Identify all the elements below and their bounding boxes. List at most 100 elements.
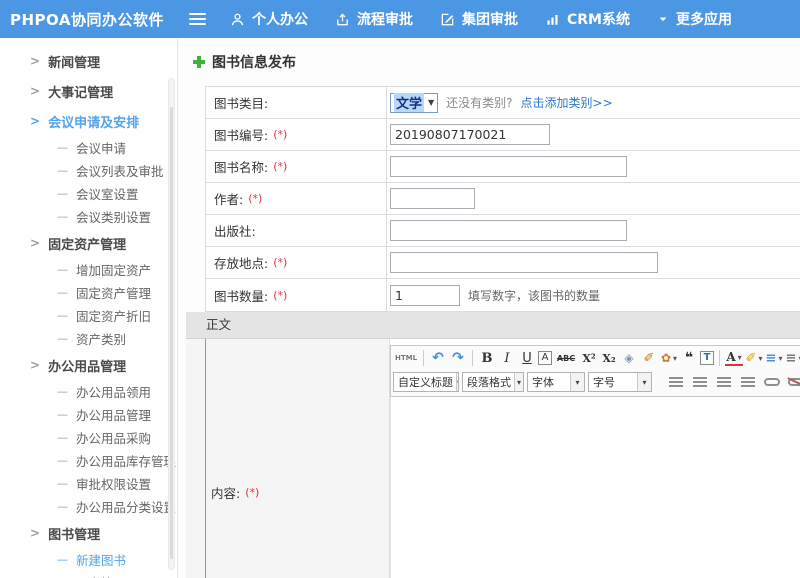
nav-personal-office-label: 个人办公	[252, 9, 308, 29]
unordered-list-button[interactable]: ≡▾	[785, 349, 800, 367]
book-quantity-input[interactable]	[390, 285, 460, 306]
align-right-button[interactable]	[715, 373, 733, 391]
form-row-author: 作者:(*)	[206, 183, 800, 215]
scrollbar-thumb[interactable]	[170, 107, 173, 559]
nav-more-apps-label: 更多应用	[676, 9, 732, 29]
color-palette-button[interactable]: ✿▾	[660, 349, 678, 367]
topbar: PHPOA协同办公软件 个人办公流程审批集团审批CRM系统更多应用	[0, 0, 800, 38]
sidebar-item-fixed-asset-depreciation[interactable]: —固定资产折旧	[0, 304, 177, 327]
chevron-right-icon: >	[30, 358, 40, 372]
add-category-link[interactable]: 点击添加类别>>	[521, 94, 613, 111]
nav-group-approval[interactable]: 集团审批	[440, 9, 518, 29]
caret-down-icon: ▾	[738, 352, 742, 362]
required-mark: (*)	[245, 486, 259, 499]
align-left-button[interactable]	[667, 373, 685, 391]
toolbar-divider	[423, 350, 424, 366]
editor-toolbar: HTML↶↷BIUAABCX²X₂◈✐✿▾❝TA▾✐▾≡▾≡▾ 自定义标题▾段落…	[390, 345, 800, 397]
align-justify-button[interactable]	[739, 373, 757, 391]
menu-toggle-button[interactable]	[178, 13, 216, 25]
sidebar-item-office-supplies-purchase[interactable]: —办公用品采购	[0, 426, 177, 449]
dash-icon: —	[57, 477, 68, 490]
redo-button[interactable]: ↷	[449, 349, 467, 367]
sidebar-item-meeting-room-settings[interactable]: —会议室设置	[0, 182, 177, 205]
strikethrough-button[interactable]: ABC	[554, 349, 578, 367]
sidebar-item-add-fixed-asset[interactable]: —增加固定资产	[0, 258, 177, 281]
sidebar-item-office-supplies-category-settings[interactable]: —办公用品分类设置	[0, 495, 177, 518]
link-button[interactable]	[763, 373, 781, 391]
sidebar-item-label: 办公用品采购	[76, 428, 151, 447]
blockquote-button[interactable]: ❝	[680, 349, 698, 367]
font-style-button[interactable]: A	[538, 351, 552, 365]
dash-icon: —	[57, 385, 68, 398]
book-name-value-cell	[387, 151, 800, 182]
sidebar-item-label: 会议申请	[76, 138, 126, 157]
sidebar: >新闻管理>大事记管理>会议申请及安排—会议申请—会议列表及审批—会议室设置—会…	[0, 38, 178, 578]
caret-down-icon: ▾	[637, 373, 651, 391]
storage-location-input[interactable]	[390, 252, 658, 273]
sidebar-item-label: 办公用品领用	[76, 382, 151, 401]
align-center-icon	[693, 377, 707, 387]
font-size-select[interactable]: 字号▾	[588, 372, 652, 392]
sidebar-menu: >新闻管理>大事记管理>会议申请及安排—会议申请—会议列表及审批—会议室设置—会…	[0, 46, 177, 578]
italic-button[interactable]: I	[498, 349, 516, 367]
underline-button[interactable]: U	[518, 349, 536, 367]
sidebar-item-new-book[interactable]: —新建图书	[0, 548, 177, 571]
ordered-list-button[interactable]: ≡▾	[765, 349, 783, 367]
highlight-button[interactable]: ✐▾	[745, 349, 763, 367]
book-number-label: 图书编号:	[214, 125, 268, 144]
required-mark: (*)	[273, 256, 287, 269]
sidebar-item-fixed-assets-management[interactable]: >固定资产管理	[0, 228, 177, 258]
publisher-input[interactable]	[390, 220, 627, 241]
align-center-button[interactable]	[691, 373, 709, 391]
html-source-button[interactable]: HTML	[394, 349, 418, 367]
font-color-button[interactable]: A▾	[725, 351, 743, 366]
sidebar-item-label: 办公用品管理	[48, 356, 126, 375]
author-label: 作者:	[214, 189, 243, 208]
nav-personal-office[interactable]: 个人办公	[230, 9, 308, 29]
form-row-book-category: 图书类目:文学▼还没有类别?点击添加类别>>	[206, 87, 800, 119]
unlink-button[interactable]	[787, 373, 800, 391]
paste-text-button[interactable]: T	[700, 351, 714, 365]
sidebar-item-memorabilia-management[interactable]: >大事记管理	[0, 76, 177, 106]
content-label: 内容:	[211, 483, 240, 502]
author-input[interactable]	[390, 188, 475, 209]
nav-crm-system[interactable]: CRM系统	[545, 9, 630, 29]
sidebar-item-meeting-apply[interactable]: —会议申请	[0, 136, 177, 159]
eraser-button[interactable]: ◈	[620, 349, 638, 367]
sidebar-item-office-supplies-management[interactable]: > 办公用品管理	[0, 350, 177, 380]
sidebar-item-office-supplies-manage[interactable]: —办公用品管理	[0, 403, 177, 426]
superscript-button[interactable]: X²	[580, 349, 598, 367]
subscript-button[interactable]: X₂	[600, 349, 618, 367]
sidebar-item-book-management[interactable]: >图书管理	[0, 518, 177, 548]
sidebar-item-label: 办公用品管理	[76, 405, 151, 424]
chevron-right-icon: >	[30, 236, 40, 250]
paragraph-format-select[interactable]: 段落格式▾	[462, 372, 524, 392]
sidebar-item-news-management[interactable]: >新闻管理	[0, 46, 177, 76]
sidebar-item-office-supplies-requisition[interactable]: — 办公用品领用	[0, 380, 177, 403]
sidebar-item-fixed-asset-management[interactable]: —固定资产管理	[0, 281, 177, 304]
main-content: 图书信息发布 图书类目:文学▼还没有类别?点击添加类别>>图书编号:(*)图书名…	[178, 38, 800, 578]
font-family-select[interactable]: 字体▾	[527, 372, 585, 392]
book-name-input[interactable]	[390, 156, 627, 177]
sidebar-item-approval-permission-settings[interactable]: —审批权限设置	[0, 472, 177, 495]
nav-more-apps[interactable]: 更多应用	[657, 9, 732, 29]
dash-icon: —	[57, 263, 68, 276]
sidebar-item-meeting-category-settings[interactable]: —会议类别设置	[0, 205, 177, 228]
sidebar-item-meeting-application-arrangement[interactable]: >会议申请及安排	[0, 106, 177, 136]
storage-location-label-cell: 存放地点:(*)	[206, 247, 387, 278]
sidebar-scrollbar[interactable]	[168, 78, 175, 570]
sidebar-item-book-manage[interactable]: —图书管理	[0, 571, 177, 578]
book-number-input[interactable]	[390, 124, 550, 145]
nav-workflow-approval[interactable]: 流程审批	[335, 9, 413, 29]
sidebar-item-asset-category[interactable]: —资产类别	[0, 327, 177, 350]
format-brush-button[interactable]: ✐	[640, 349, 658, 367]
book-category-select[interactable]: 文学▼	[390, 93, 438, 113]
bold-button[interactable]: B	[478, 349, 496, 367]
sidebar-item-meeting-list-approval[interactable]: —会议列表及审批	[0, 159, 177, 182]
sidebar-item-office-supplies-inventory[interactable]: —办公用品库存管理	[0, 449, 177, 472]
custom-title-select[interactable]: 自定义标题▾	[393, 372, 459, 392]
editor-content-area[interactable]	[390, 397, 800, 578]
undo-button[interactable]: ↶	[429, 349, 447, 367]
book-name-label-cell: 图书名称:(*)	[206, 151, 387, 182]
required-mark: (*)	[273, 289, 287, 302]
